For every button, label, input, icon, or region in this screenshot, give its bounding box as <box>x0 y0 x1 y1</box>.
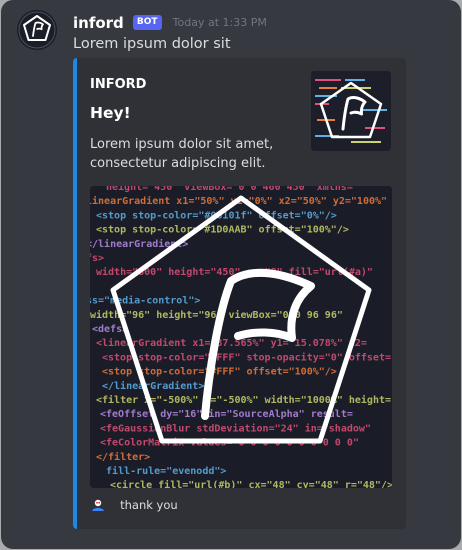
code-line: fill-rule="evenodd"> <box>106 465 226 477</box>
logo-icon <box>17 10 57 50</box>
embed-image[interactable]: height="450" viewBox="0 0 460 450" xmlns… <box>90 186 392 488</box>
footer-avatar-icon <box>90 496 106 513</box>
code-line: <feGaussianBlur stdDeviation="24" in="sh… <box>100 422 371 434</box>
embed-thumbnail[interactable] <box>311 71 391 151</box>
code-line: </linearGradient> <box>102 380 204 392</box>
code-line: <stop stop-color="#1D0AAB" offset="100%"… <box>96 225 349 236</box>
embed-footer: thank you <box>90 494 178 514</box>
embed: INFORD Hey! Lorem ipsum dolor sit amet, … <box>73 58 406 529</box>
embed-description: Lorem ipsum dolor sit amet, consectetur … <box>90 137 274 171</box>
username[interactable]: inford <box>73 14 124 32</box>
code-line: <circle fill="url(#b)" cx="48" cy="48" r… <box>110 479 392 488</box>
code-screenshot-image: height="450" viewBox="0 0 460 450" xmlns… <box>90 186 392 488</box>
thumbnail-image <box>311 71 391 151</box>
code-line: ss="media-control"> <box>90 295 200 307</box>
code-line: <filter x="-500%" y="-500%" width="1000%… <box>96 394 391 406</box>
embed-title: Hey! <box>90 104 131 122</box>
embed-author: INFORD <box>90 77 147 92</box>
code-line: </filter> <box>96 451 150 463</box>
bot-avatar[interactable] <box>17 10 57 50</box>
footer-text: thank you <box>120 497 178 512</box>
message-header: inford BOT Today at 1:33 PM <box>73 12 267 32</box>
chat-window: inford BOT Today at 1:33 PM Lorem ipsum … <box>1 0 461 549</box>
code-line: fs> <box>90 253 104 264</box>
bot-tag: BOT <box>132 15 162 30</box>
code-line: <linearGradient x1="87.565%" y1="15.078%… <box>96 337 367 349</box>
code-line: height="450" viewBox="0 0 460 450" xmlns… <box>106 186 353 193</box>
code-line: <feOffset dy="16" in="SourceAlpha" resul… <box>100 408 353 420</box>
timestamp: Today at 1:33 PM <box>172 16 267 29</box>
message-content: Lorem ipsum dolor sit <box>73 36 231 52</box>
